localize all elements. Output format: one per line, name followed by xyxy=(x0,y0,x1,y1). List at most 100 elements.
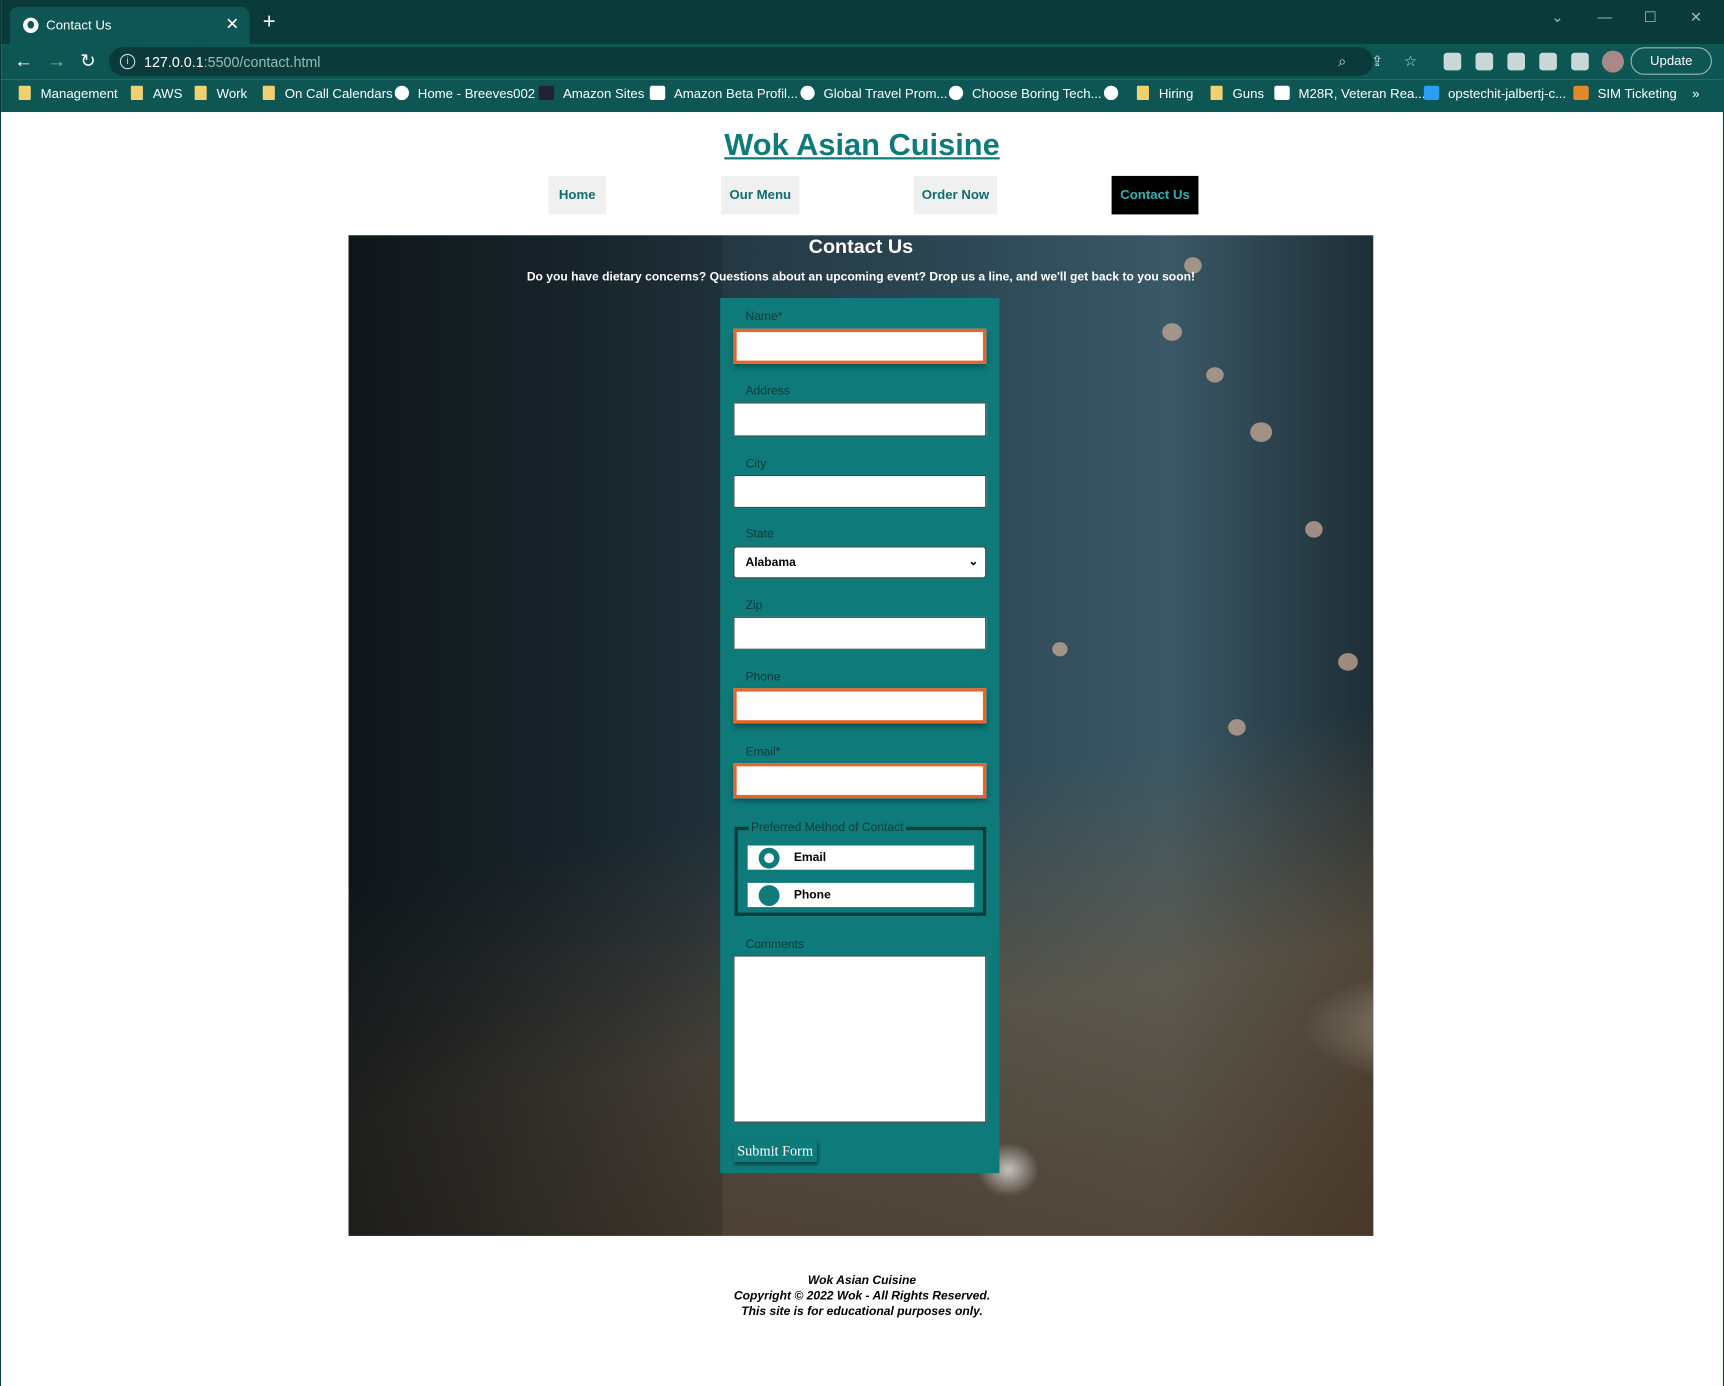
folder-icon xyxy=(194,85,207,101)
contact-option-phone[interactable]: Phone xyxy=(747,882,975,908)
back-icon[interactable]: ← xyxy=(14,51,33,73)
phone-label: Phone xyxy=(745,670,781,684)
bookmark-item[interactable]: Choose Boring Tech... xyxy=(948,85,1102,101)
bookmarks-bar: Management AWS Work On Call Calendars Ho… xyxy=(1,79,1724,113)
blossom xyxy=(1052,642,1068,657)
minimize-icon[interactable]: — xyxy=(1598,9,1612,25)
site-title-link[interactable]: Wok Asian Cuisine xyxy=(1,128,1723,163)
close-tab-icon[interactable]: ✕ xyxy=(225,14,239,34)
page-title: Contact Us xyxy=(808,235,914,258)
contact-method-legend: Preferred Method of Contact xyxy=(748,821,906,835)
bookmark-item[interactable]: M28R, Veteran Rea... xyxy=(1274,85,1425,101)
folder-icon xyxy=(130,85,143,101)
contact-option-email[interactable]: Email xyxy=(747,845,975,870)
blossom xyxy=(1250,422,1273,442)
page-subtitle: Do you have dietary concerns? Questions … xyxy=(526,270,1196,284)
side-panel-icon[interactable] xyxy=(1571,52,1589,71)
bookmark-item[interactable]: AWS xyxy=(130,85,182,101)
globe-icon xyxy=(394,85,410,101)
forward-icon[interactable]: → xyxy=(47,51,66,73)
bookmark-item[interactable]: Amazon Sites xyxy=(538,85,644,101)
bookmark-item[interactable]: Work xyxy=(194,85,247,101)
contact-method-fieldset: Preferred Method of Contact Email Phone xyxy=(734,821,987,916)
extension-icon[interactable] xyxy=(1507,52,1526,71)
zip-field[interactable] xyxy=(733,616,987,650)
address-label: Address xyxy=(745,384,790,399)
email-radio[interactable] xyxy=(758,847,780,869)
bookmark-item[interactable]: Guns xyxy=(1210,85,1264,101)
folder-icon xyxy=(18,85,31,101)
zoom-icon[interactable]: ⌕ xyxy=(1338,53,1346,71)
globe-icon xyxy=(1103,85,1119,101)
email-field[interactable] xyxy=(733,763,987,799)
more-bookmarks-icon[interactable]: » xyxy=(1692,86,1699,101)
address-field[interactable] xyxy=(733,402,987,437)
maximize-icon[interactable]: ☐ xyxy=(1644,9,1657,27)
bookmark-item[interactable] xyxy=(1103,85,1127,101)
bookmark-item[interactable]: On Call Calendars xyxy=(262,85,393,101)
address-toolbar: ← → ↻ i 127.0.0.1:5500/contact.html ⌕ ⇪ … xyxy=(1,43,1724,80)
browser-tab[interactable]: Contact Us ✕ xyxy=(9,6,250,44)
chevron-down-icon: ⌄ xyxy=(968,555,979,569)
site-info-icon[interactable]: i xyxy=(119,53,136,70)
state-select[interactable]: Alabama ⌄ xyxy=(733,546,987,579)
new-tab-icon[interactable]: + xyxy=(263,10,276,35)
footer: Wok Asian Cuisine Copyright © 2022 Wok -… xyxy=(1,1273,1723,1319)
puzzle-icon[interactable] xyxy=(1539,52,1557,71)
state-label: State xyxy=(745,527,774,541)
bookmark-item[interactable]: Home - Breeves002 xyxy=(394,85,535,101)
tab-search-icon[interactable]: ⌄ xyxy=(1551,9,1563,27)
nav-menu[interactable]: Our Menu xyxy=(721,175,800,215)
bookmark-item[interactable]: Global Travel Prom... xyxy=(800,85,947,101)
folder-icon xyxy=(1136,85,1149,101)
globe-icon xyxy=(800,85,815,101)
address-bar[interactable]: i 127.0.0.1:5500/contact.html ⌕ ⇪ ☆ xyxy=(108,47,1417,76)
blossom xyxy=(1162,323,1182,341)
submit-button[interactable]: Submit Form xyxy=(733,1140,817,1163)
bookmark-item[interactable]: Hiring xyxy=(1136,85,1193,101)
hero-background: Contact Us Do you have dietary concerns?… xyxy=(348,235,1374,1236)
phone-field[interactable] xyxy=(733,688,987,724)
email-radio-label: Email xyxy=(793,851,827,865)
bookmark-item[interactable]: opstechit-jalbertj-c... xyxy=(1423,85,1566,101)
email-label: Email* xyxy=(745,745,781,759)
bookmark-item[interactable]: Management xyxy=(18,85,118,101)
bookmark-item[interactable]: SIM Ticketing xyxy=(1573,85,1677,101)
globe-icon xyxy=(948,85,964,101)
blossom xyxy=(1338,653,1358,671)
phone-radio[interactable] xyxy=(758,885,780,906)
footer-copyright: Copyright © 2022 Wok - All Rights Reserv… xyxy=(733,1289,991,1303)
amazon-icon xyxy=(538,85,555,101)
tab-title: Contact Us xyxy=(46,17,112,33)
shield-extension-icon[interactable] xyxy=(1443,52,1462,71)
phone-radio-label: Phone xyxy=(793,888,831,902)
name-label: Name* xyxy=(745,310,783,324)
comments-textarea[interactable] xyxy=(733,955,987,1123)
password-extension-icon[interactable] xyxy=(1475,52,1494,71)
name-field[interactable] xyxy=(733,328,987,364)
city-field[interactable] xyxy=(733,474,987,508)
nav-home[interactable]: Home xyxy=(548,175,606,215)
amazon-a-icon xyxy=(649,85,666,101)
footer-name: Wok Asian Cuisine xyxy=(807,1274,917,1288)
hero-shadow xyxy=(348,235,723,1236)
tab-strip: Contact Us ✕ + ⌄ — ☐ ✕ xyxy=(1,0,1724,44)
reload-icon[interactable]: ↻ xyxy=(80,51,96,73)
nav-contact[interactable]: Contact Us xyxy=(1111,175,1199,215)
contact-form: Name* Address City State Alabama ⌄ Zip P… xyxy=(720,297,1000,1174)
bookmark-item[interactable]: Amazon Beta Profil... xyxy=(649,85,798,101)
blossom xyxy=(1305,521,1323,538)
folder-icon xyxy=(1210,85,1223,101)
blossom xyxy=(1228,719,1246,736)
city-label: City xyxy=(745,457,767,471)
va-icon xyxy=(1274,85,1290,101)
share-icon[interactable]: ⇪ xyxy=(1371,53,1383,71)
folder-icon xyxy=(262,85,275,101)
avatar[interactable] xyxy=(1601,50,1624,73)
footer-disclaimer: This site is for educational purposes on… xyxy=(741,1305,983,1319)
nav-order[interactable]: Order Now xyxy=(913,175,998,215)
t-icon xyxy=(1573,85,1589,101)
update-button[interactable]: Update xyxy=(1630,47,1712,75)
bookmark-star-icon[interactable]: ☆ xyxy=(1404,53,1417,71)
close-window-icon[interactable]: ✕ xyxy=(1690,9,1702,27)
